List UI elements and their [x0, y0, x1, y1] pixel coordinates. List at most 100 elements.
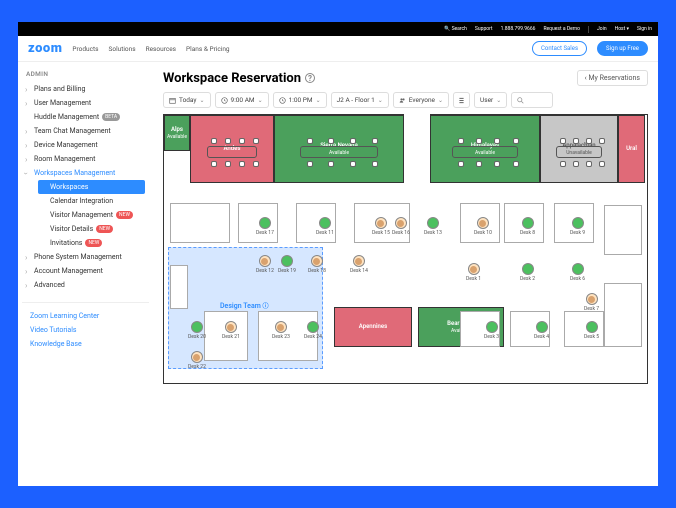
my-reservations-button[interactable]: ‹ My Reservations — [577, 70, 648, 86]
sidebar-item-advanced[interactable]: Advanced — [22, 278, 149, 292]
date-picker[interactable]: Today⌄ — [163, 92, 211, 108]
people-icon — [399, 97, 406, 104]
desk-furniture — [170, 265, 188, 309]
desk-10[interactable]: Desk 10 — [474, 217, 492, 236]
calendar-icon — [169, 97, 176, 104]
help-icon[interactable]: ? — [305, 73, 315, 83]
desk-furniture — [604, 205, 642, 255]
end-time-picker[interactable]: 1:00 PM⌄ — [273, 92, 327, 108]
desk-11[interactable]: Desk 11 — [316, 217, 334, 236]
link-video-tutorials[interactable]: Video Tutorials — [22, 323, 149, 337]
avatar-icon — [275, 321, 287, 333]
sidebar-item-user-management[interactable]: User Management — [22, 96, 149, 110]
divider — [588, 26, 589, 33]
start-time-picker[interactable]: 9:00 AM⌄ — [215, 92, 269, 108]
desk-8[interactable]: Desk 8 — [520, 217, 535, 236]
desk-15[interactable]: Desk 15 — [372, 217, 390, 236]
sidebar-item-device-management[interactable]: Device Management — [22, 138, 149, 152]
desk-14[interactable]: Desk 14 — [350, 255, 368, 274]
avatar-icon — [311, 255, 323, 267]
desk-24[interactable]: Desk 24 — [304, 321, 322, 340]
list-view-button[interactable] — [453, 92, 470, 108]
available-icon — [281, 255, 293, 267]
sidebar-item-calendar-integration[interactable]: Calendar Integration — [42, 194, 149, 208]
nav-solutions[interactable]: Solutions — [109, 45, 136, 53]
desk-7[interactable]: Desk 7 — [584, 293, 599, 312]
available-icon — [427, 217, 439, 229]
who-picker[interactable]: Everyone⌄ — [393, 92, 449, 108]
sidebar-item-workspaces[interactable]: Workspaces — [38, 180, 145, 194]
sidebar-item-visitor-details[interactable]: Visitor DetailsNEW — [42, 222, 149, 236]
room-alps[interactable]: AlpsAvailable — [164, 115, 190, 151]
desk-furniture — [604, 283, 642, 347]
desk-21[interactable]: Desk 21 — [222, 321, 240, 340]
desk-12[interactable]: Desk 12 — [256, 255, 274, 274]
desk-2[interactable]: Desk 2 — [520, 263, 535, 282]
sidebar-item-visitor-management[interactable]: Visitor ManagementNEW — [42, 208, 149, 222]
desk-3[interactable]: Desk 3 — [484, 321, 499, 340]
sidebar-item-room-management[interactable]: Room Management — [22, 152, 149, 166]
contact-sales-button[interactable]: Contact Sales — [532, 41, 587, 56]
desk-23[interactable]: Desk 23 — [272, 321, 290, 340]
support-link[interactable]: Support — [475, 26, 493, 32]
available-icon — [191, 321, 203, 333]
avatar-icon — [468, 263, 480, 275]
signin-link[interactable]: Sign in — [637, 26, 652, 32]
clock-icon — [221, 97, 228, 104]
avatar-icon — [259, 255, 271, 267]
demo-link[interactable]: Request a Demo — [543, 26, 580, 32]
desk-1[interactable]: Desk 1 — [466, 263, 481, 282]
room-apennines[interactable]: Apennines — [334, 307, 412, 347]
search-icon — [517, 97, 524, 104]
search-link[interactable]: 🔍 Search — [444, 26, 467, 32]
signup-button[interactable]: Sign up Free — [597, 41, 648, 56]
desk-9[interactable]: Desk 9 — [570, 217, 585, 236]
sidebar-item-plans-and-billing[interactable]: Plans and Billing — [22, 82, 149, 96]
available-icon — [319, 217, 331, 229]
avatar-icon — [586, 293, 598, 305]
host-link[interactable]: Host ▾ — [615, 26, 629, 32]
desk-5[interactable]: Desk 5 — [584, 321, 599, 340]
nav-resources[interactable]: Resources — [146, 45, 176, 53]
available-icon — [259, 217, 271, 229]
available-icon — [586, 321, 598, 333]
user-picker[interactable]: User⌄ — [474, 92, 507, 108]
floor-picker[interactable]: J2 A - Floor 1⌄ — [331, 92, 389, 108]
desk-20[interactable]: Desk 20 — [188, 321, 206, 340]
available-icon — [522, 263, 534, 275]
global-topbar: 🔍 Search Support 1.888.799.9666 Request … — [18, 22, 658, 36]
desk-19[interactable]: Desk 19 — [278, 255, 296, 274]
sidebar-item-team-chat-management[interactable]: Team Chat Management — [22, 124, 149, 138]
logo[interactable]: zoom — [28, 41, 62, 56]
sidebar: ADMIN Plans and BillingUser ManagementHu… — [18, 62, 153, 486]
floor-plan[interactable]: ≡ + − ⟳ Design Team ⓘAlpsAvailableAndesS… — [163, 114, 648, 384]
desk-18[interactable]: Desk 18 — [308, 255, 326, 274]
search-input[interactable] — [511, 92, 553, 108]
nav-products[interactable]: Products — [72, 45, 98, 53]
nav-plans-pricing[interactable]: Plans & Pricing — [186, 45, 230, 53]
link-zoom-learning-center[interactable]: Zoom Learning Center — [22, 309, 149, 323]
desk-16[interactable]: Desk 16 — [392, 217, 410, 236]
desk-13[interactable]: Desk 13 — [424, 217, 442, 236]
desk-furniture — [170, 203, 230, 243]
sidebar-item-invitations[interactable]: InvitationsNEW — [42, 236, 149, 250]
sidebar-item-huddle-management[interactable]: Huddle ManagementBETA — [22, 110, 149, 124]
clock-icon — [279, 97, 286, 104]
room-ural[interactable]: Ural — [618, 115, 645, 183]
app-window: 🔍 Search Support 1.888.799.9666 Request … — [18, 22, 658, 486]
header: zoom Products Solutions Resources Plans & P… — [18, 36, 658, 62]
join-link[interactable]: Join — [597, 26, 607, 32]
desk-6[interactable]: Desk 6 — [570, 263, 585, 282]
desk-17[interactable]: Desk 17 — [256, 217, 274, 236]
link-knowledge-base[interactable]: Knowledge Base — [22, 337, 149, 351]
sidebar-item-account-management[interactable]: Account Management — [22, 264, 149, 278]
phone-link[interactable]: 1.888.799.9666 — [501, 26, 536, 32]
desk-22[interactable]: Desk 22 — [188, 351, 206, 370]
sidebar-item-workspaces-management[interactable]: Workspaces Management — [22, 166, 149, 180]
primary-nav: Products Solutions Resources Plans & Pricin… — [72, 45, 522, 53]
avatar-icon — [375, 217, 387, 229]
desk-4[interactable]: Desk 4 — [534, 321, 549, 340]
available-icon — [522, 217, 534, 229]
available-icon — [572, 263, 584, 275]
sidebar-item-phone-system-management[interactable]: Phone System Management — [22, 250, 149, 264]
